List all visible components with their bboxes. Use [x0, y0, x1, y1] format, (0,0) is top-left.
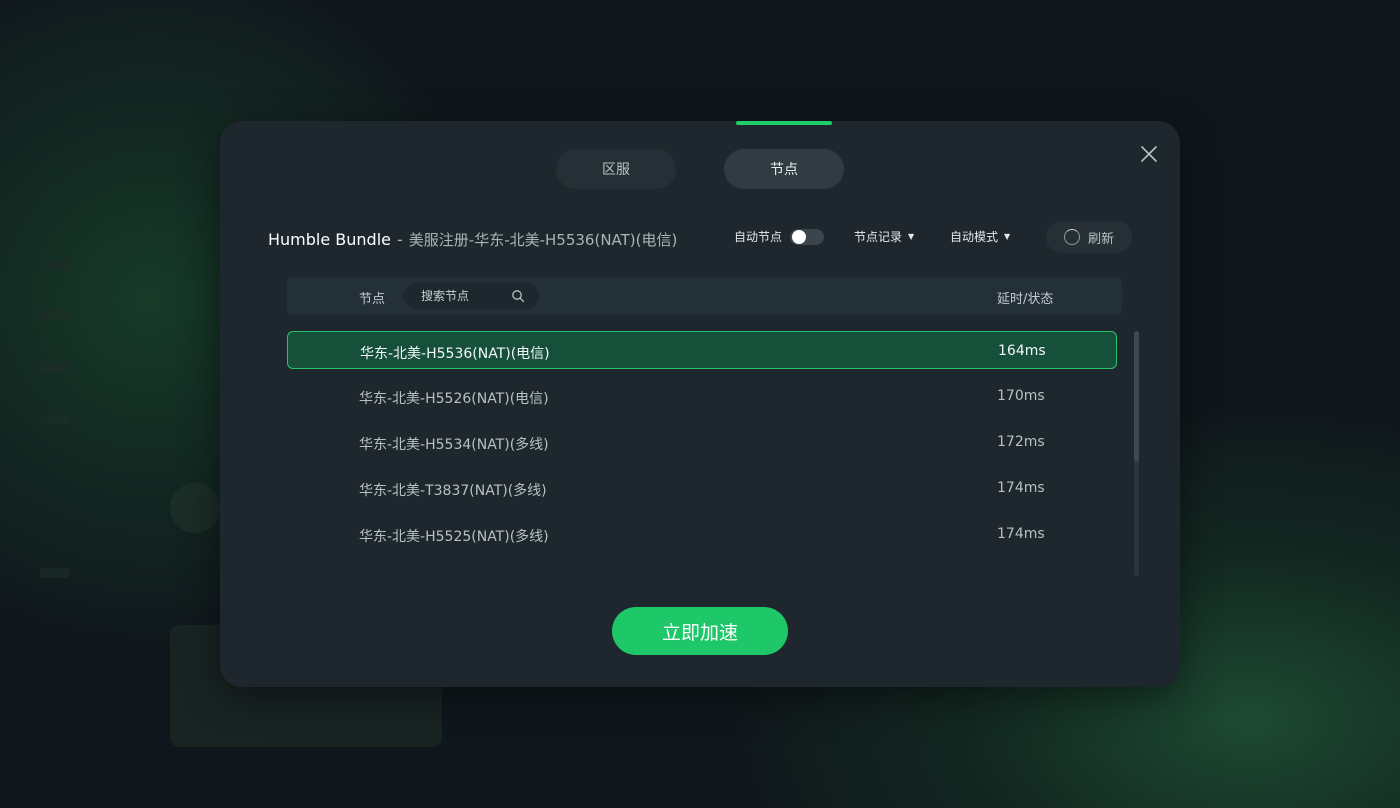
- node-search[interactable]: [403, 283, 539, 309]
- node-list-scrollbar[interactable]: [1134, 331, 1139, 576]
- auto-node-label: 自动节点: [734, 230, 783, 244]
- tab-region[interactable]: 区服: [556, 149, 676, 189]
- title-separator: -: [397, 230, 403, 249]
- node-name: 华东-北美-H5525(NAT)(多线): [359, 529, 549, 545]
- current-node-name: 美服注册-华东-北美-H5536(NAT)(电信): [408, 231, 678, 249]
- node-row[interactable]: 华东-北美-H5534(NAT)(多线) 172ms: [287, 423, 1117, 461]
- node-latency: 174ms: [997, 480, 1045, 496]
- active-tab-indicator: [736, 121, 832, 125]
- dialog-title: Humble Bundle - 美服注册-华东-北美-H5536(NAT)(电信…: [268, 229, 677, 250]
- auto-mode-label: 自动模式: [950, 230, 999, 244]
- node-name: 华东-北美-H5536(NAT)(电信): [360, 346, 550, 362]
- node-name: 华东-北美-H5534(NAT)(多线): [359, 437, 549, 453]
- node-latency: 174ms: [997, 526, 1045, 542]
- accelerate-label: 立即加速: [661, 621, 738, 644]
- search-input[interactable]: [419, 288, 519, 304]
- node-row[interactable]: 华东-北美-H5536(NAT)(电信) 164ms: [287, 331, 1117, 369]
- accelerate-button[interactable]: 立即加速: [612, 607, 788, 655]
- tab-node[interactable]: 节点: [724, 149, 844, 189]
- bg-round-button: [170, 483, 220, 533]
- latency-column-header: 延时/状态: [997, 292, 1054, 307]
- refresh-icon: [1063, 229, 1080, 245]
- bg-sidebar-item: [40, 415, 70, 425]
- auto-mode-dropdown[interactable]: 自动模式 ▼: [950, 228, 1010, 245]
- caret-down-icon: ▼: [908, 232, 915, 241]
- node-row[interactable]: 华东-北美-H5525(NAT)(多线) 174ms: [287, 515, 1117, 553]
- node-row[interactable]: 华东-北美-H5526(NAT)(电信) 170ms: [287, 377, 1117, 415]
- tab-region-label: 区服: [602, 162, 630, 178]
- node-table-header: 节点 延时/状态: [287, 277, 1122, 315]
- tab-node-label: 节点: [770, 162, 798, 178]
- node-name: 华东-北美-T3837(NAT)(多线): [359, 483, 547, 499]
- node-latency: 170ms: [997, 388, 1045, 404]
- node-select-dialog: 区服 节点 Humble Bundle - 美服注册-华东-北美-H5536(N…: [220, 121, 1180, 687]
- caret-down-icon: ▼: [1004, 232, 1011, 241]
- search-icon[interactable]: [511, 289, 525, 303]
- node-list: 华东-北美-H5536(NAT)(电信) 164ms 华东-北美-H5526(N…: [287, 331, 1119, 576]
- close-icon: [1141, 146, 1157, 162]
- close-button[interactable]: [1138, 143, 1160, 165]
- bg-sidebar-item: [40, 362, 70, 372]
- auto-node-toggle[interactable]: 自动节点: [734, 228, 825, 245]
- toggle-knob: [792, 229, 807, 244]
- node-latency: 172ms: [997, 434, 1045, 450]
- toggle-switch[interactable]: [790, 228, 825, 245]
- node-record-label: 节点记录: [854, 230, 903, 244]
- node-column-header: 节点: [359, 292, 386, 307]
- node-name: 华东-北美-H5526(NAT)(电信): [359, 391, 549, 407]
- bg-sidebar-item: [40, 260, 70, 270]
- bg-sidebar-item: [40, 568, 70, 578]
- node-record-dropdown[interactable]: 节点记录 ▼: [854, 228, 914, 245]
- node-latency: 164ms: [998, 343, 1046, 359]
- game-name: Humble Bundle: [268, 230, 391, 249]
- refresh-button[interactable]: 刷新: [1046, 221, 1132, 253]
- scrollbar-thumb[interactable]: [1134, 331, 1139, 461]
- node-row[interactable]: 华东-北美-T3837(NAT)(多线) 174ms: [287, 469, 1117, 507]
- refresh-label: 刷新: [1087, 231, 1114, 247]
- bg-sidebar-item: [40, 310, 70, 320]
